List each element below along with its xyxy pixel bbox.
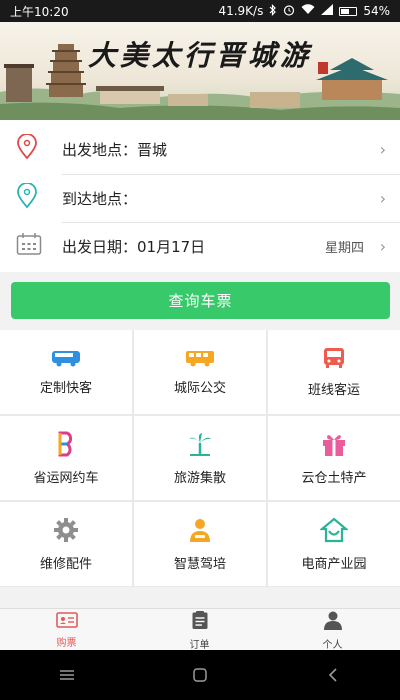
ticket-icon [55, 611, 78, 632]
service-label: 城际公交 [173, 380, 226, 396]
banner[interactable]: 大美太行晋城游 [0, 22, 400, 120]
tab-profile[interactable]: 个人 [266, 609, 399, 651]
battery-percent: 54% [363, 4, 390, 18]
service-ride-hailing[interactable]: 省运网约车 [0, 416, 132, 500]
signal-icon [321, 4, 334, 18]
service-label: 云仓土特产 [301, 470, 367, 486]
date-label: 出发日期：01月17日 [62, 237, 206, 256]
service-ecommerce-park[interactable]: 电商产业园 [268, 502, 400, 586]
service-label: 省运网约车 [33, 470, 99, 486]
service-local-specialties[interactable]: 云仓土特产 [268, 416, 400, 500]
chevron-right-icon: › [379, 188, 386, 208]
services-grid: 定制快客 城际公交 班线客运 省运网约车 旅游集散 云仓土特产 维修配件 智慧驾… [0, 330, 400, 587]
bus-red-icon [322, 347, 346, 369]
calendar-icon [16, 232, 42, 260]
ecommerce-park-icon [320, 517, 348, 543]
bluetooth-icon [269, 3, 277, 19]
location-pin-teal-icon [16, 182, 38, 213]
bottom-tab-bar: 购票 订单 个人 [0, 608, 400, 651]
tab-orders[interactable]: 订单 [133, 609, 266, 651]
service-intercity-bus[interactable]: 城际公交 [134, 330, 266, 414]
weekday-label: 星期四 [324, 240, 364, 256]
banner-title: 大美太行晋城游 [88, 39, 313, 72]
service-tourism-hub[interactable]: 旅游集散 [134, 416, 266, 500]
service-label: 电商产业园 [301, 556, 367, 572]
departure-row[interactable]: 出发地点：晋城 › [0, 124, 400, 174]
arrival-row[interactable]: 到达地点： › [0, 173, 400, 223]
person-icon [323, 610, 343, 634]
network-speed: 41.9K/s [218, 4, 264, 18]
service-label: 旅游集散 [173, 470, 226, 486]
gear-icon [53, 517, 79, 543]
system-nav-bar [0, 650, 400, 700]
service-label: 定制快客 [39, 380, 92, 396]
arrival-label: 到达地点： [62, 189, 138, 208]
bus-blue-icon [51, 349, 81, 367]
palm-tree-icon [187, 431, 213, 457]
tab-label: 个人 [322, 639, 343, 651]
location-pin-red-icon [16, 133, 38, 164]
service-repair-parts[interactable]: 维修配件 [0, 502, 132, 586]
search-tickets-button[interactable]: 查询车票 [11, 282, 390, 319]
status-bar: 上午10:20 41.9K/s 54% [0, 0, 400, 22]
service-line-transport[interactable]: 班线客运 [268, 330, 400, 414]
status-time: 上午10:20 [10, 4, 69, 19]
tab-label: 购票 [56, 637, 77, 649]
home-icon[interactable] [185, 660, 215, 690]
service-label: 班线客运 [307, 382, 360, 398]
driver-training-icon [187, 517, 213, 543]
battery-icon [339, 6, 358, 16]
tab-label: 订单 [189, 639, 210, 651]
trip-form: 出发地点：晋城 › 到达地点： › 出发日期：01月17日 星期四 › [0, 120, 400, 272]
seal-stamp [318, 62, 328, 74]
service-label: 智慧驾培 [173, 556, 226, 572]
clipboard-icon [191, 610, 209, 634]
service-custom-express[interactable]: 定制快客 [0, 330, 132, 414]
gift-icon [321, 431, 347, 457]
chevron-right-icon: › [379, 236, 386, 256]
alarm-icon [283, 4, 295, 19]
service-label: 维修配件 [39, 556, 92, 572]
departure-label: 出发地点：晋城 [62, 140, 168, 159]
date-row[interactable]: 出发日期：01月17日 星期四 › [0, 221, 400, 271]
tab-buy-ticket[interactable]: 购票 [0, 609, 133, 651]
menu-icon[interactable] [52, 660, 82, 690]
bus-yellow-icon [185, 349, 215, 367]
ride-hailing-icon [55, 431, 77, 457]
wifi-icon [301, 4, 315, 18]
chevron-right-icon: › [379, 139, 386, 159]
back-icon[interactable] [318, 660, 348, 690]
service-driver-training[interactable]: 智慧驾培 [134, 502, 266, 586]
